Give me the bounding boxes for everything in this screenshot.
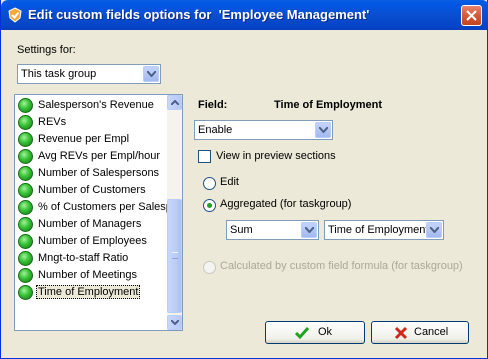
field-label: Field: (198, 99, 228, 111)
close-button[interactable] (461, 5, 482, 26)
list-item[interactable]: Revenue per Empl (17, 131, 167, 148)
cancel-button[interactable]: Cancel (371, 321, 469, 344)
calculated-radio[interactable] (203, 261, 216, 274)
list-item-label: Number of Meetings (38, 269, 138, 281)
aggregate-field-value: Time of Employment (328, 224, 429, 236)
dialog-body: Settings for: This task group Salesperso… (4, 30, 486, 356)
green-status-dot-icon (18, 115, 33, 130)
green-status-dot-icon (18, 200, 33, 215)
dialog-window: Edit custom fields options for 'Employee… (0, 0, 488, 359)
ok-button-label: Ok (318, 326, 333, 338)
chevron-down-icon[interactable] (301, 222, 317, 238)
green-status-dot-icon (18, 217, 33, 232)
list-item-label: % of Customers per Salesp (38, 201, 172, 213)
list-item-label: Number of Managers (38, 218, 142, 230)
list-item-label: Time of Employment (36, 285, 141, 299)
aggregate-function-dropdown[interactable]: Sum (226, 220, 319, 240)
aggregated-radio[interactable] (203, 199, 216, 212)
aggregated-radio-label[interactable]: Aggregated (for taskgroup) (220, 198, 351, 210)
green-status-dot-icon (18, 98, 33, 113)
list-item[interactable]: Number of Customers (17, 182, 167, 199)
list-item[interactable]: Mngt-to-staff Ratio (17, 250, 167, 267)
list-item-label: Revenue per Empl (38, 133, 130, 145)
cross-icon (394, 326, 408, 340)
edit-radio[interactable] (203, 177, 216, 190)
view-preview-checkbox[interactable] (198, 150, 211, 163)
list-item[interactable]: Time of Employment (17, 284, 167, 301)
chevron-down-icon (171, 320, 179, 325)
green-status-dot-icon (18, 251, 33, 266)
settings-for-value: This task group (21, 68, 97, 80)
green-status-dot-icon (18, 285, 33, 300)
list-item-label: Number of Employees (38, 235, 147, 247)
chevron-down-icon[interactable] (426, 222, 442, 238)
green-status-dot-icon (18, 234, 33, 249)
aggregate-field-dropdown[interactable]: Time of Employment (324, 220, 444, 240)
list-item[interactable]: Salesperson's Revenue (17, 97, 167, 114)
list-item-label: Number of Customers (38, 184, 146, 196)
list-item-label: Avg REVs per Empl/hour (38, 150, 161, 162)
window-title: Edit custom fields options for 'Employee… (28, 7, 370, 22)
green-status-dot-icon (18, 149, 33, 164)
calculated-radio-label: Calculated by custom field formula (for … (220, 260, 463, 272)
chevron-up-icon (171, 100, 179, 105)
aggregate-function-value: Sum (230, 224, 253, 236)
close-icon (466, 10, 477, 21)
list-scrollbar[interactable] (167, 95, 182, 330)
view-preview-label[interactable]: View in preview sections (216, 150, 336, 162)
scroll-thumb[interactable] (167, 199, 182, 313)
settings-for-label: Settings for: (17, 44, 76, 56)
list-item[interactable]: Number of Managers (17, 216, 167, 233)
list-item[interactable]: REVs (17, 114, 167, 131)
list-item-label: REVs (38, 116, 67, 128)
enable-dropdown[interactable]: Enable (194, 120, 333, 140)
settings-for-dropdown[interactable]: This task group (17, 64, 161, 84)
list-item[interactable]: Avg REVs per Empl/hour (17, 148, 167, 165)
green-status-dot-icon (18, 183, 33, 198)
field-name: Time of Employment (274, 99, 382, 111)
green-status-dot-icon (18, 132, 33, 147)
ok-button[interactable]: Ok (265, 321, 365, 344)
chevron-down-icon[interactable] (315, 122, 331, 138)
checkmark-shield-icon (7, 7, 23, 23)
title-bar[interactable]: Edit custom fields options for 'Employee… (1, 0, 488, 30)
enable-value: Enable (198, 124, 233, 136)
green-status-dot-icon (18, 268, 33, 283)
scroll-down-button[interactable] (167, 315, 182, 330)
list-item[interactable]: Number of Salespersons (17, 165, 167, 182)
edit-radio-label[interactable]: Edit (220, 176, 239, 188)
list-item[interactable]: Number of Employees (17, 233, 167, 250)
list-item-label: Number of Salespersons (38, 167, 160, 179)
scroll-up-button[interactable] (167, 95, 182, 110)
list-item[interactable]: Number of Meetings (17, 267, 167, 284)
checkmark-icon (295, 327, 309, 340)
cancel-button-label: Cancel (414, 326, 449, 338)
custom-fields-list[interactable]: Salesperson's Revenue REVs Revenue per Emp… (14, 94, 183, 331)
chevron-down-icon[interactable] (143, 66, 159, 82)
list-item[interactable]: % of Customers per Salesp (17, 199, 172, 216)
green-status-dot-icon (18, 166, 33, 181)
list-item-label: Mngt-to-staff Ratio (38, 252, 129, 264)
list-item-label: Salesperson's Revenue (38, 99, 154, 111)
